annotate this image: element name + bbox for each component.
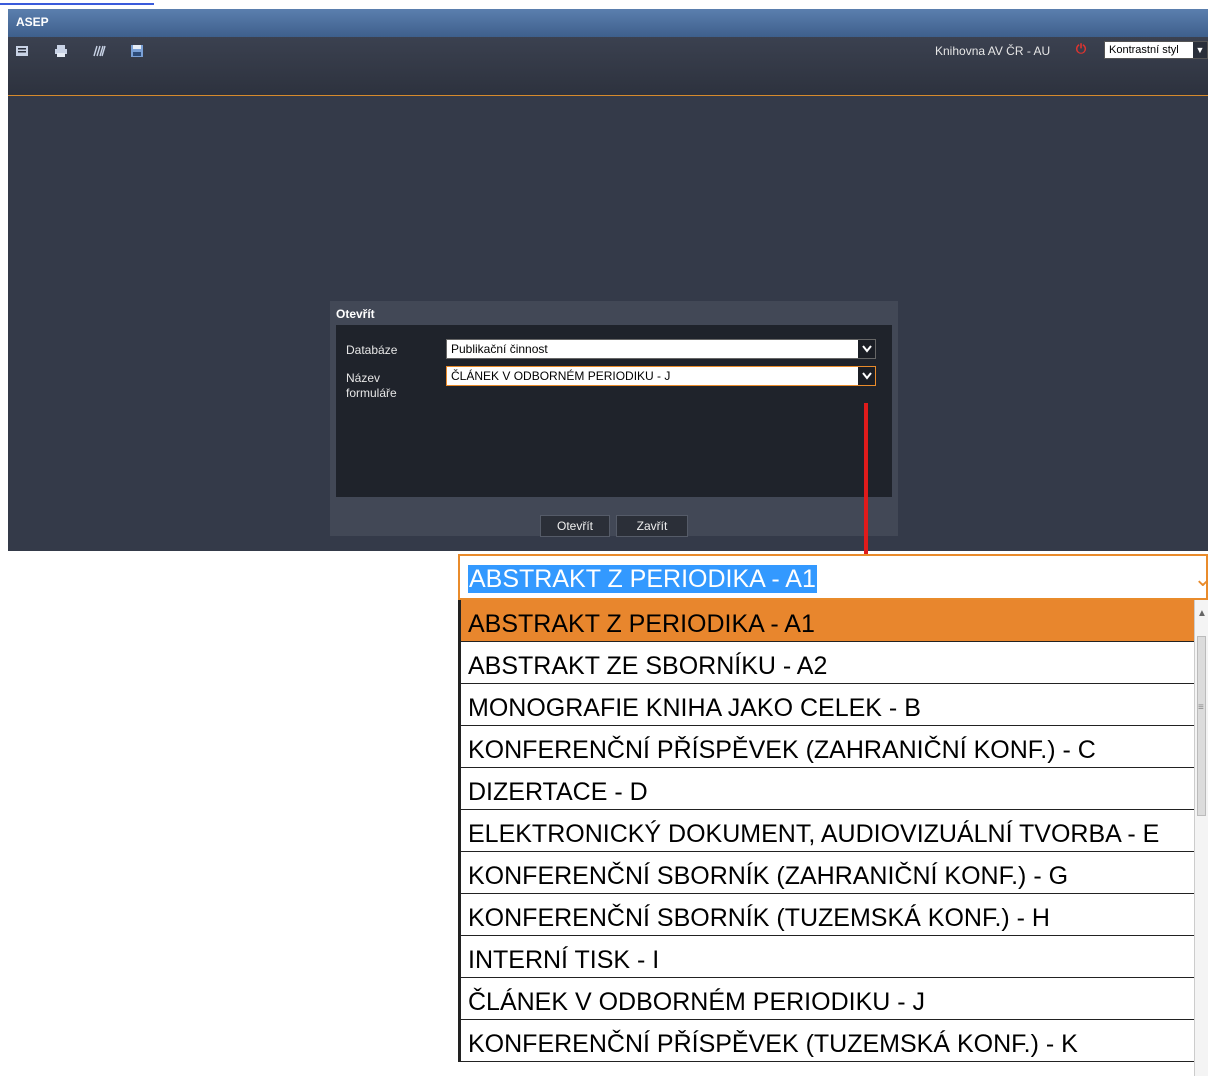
dropdown-option[interactable]: ABSTRAKT ZE SBORNÍKU - A2 [460,642,1196,684]
form-dropdown-zoom: ABSTRAKT Z PERIODIKA - A1 ⌄ ABSTRAKT Z P… [458,554,1208,1076]
dialog-body: Databáze Publikační činnost Název formul… [336,325,892,497]
dropdown-selected-text: ABSTRAKT Z PERIODIKA - A1 [468,565,817,593]
print-icon[interactable] [53,43,69,59]
scrollbar-thumb[interactable] [1197,636,1206,816]
power-icon[interactable]: ⏻ [1074,41,1088,56]
dropdown-option[interactable]: ABSTRAKT Z PERIODIKA - A1 [460,600,1196,642]
save-icon[interactable] [129,43,145,59]
barcode-icon[interactable] [91,43,107,59]
dropdown-option[interactable]: KONFERENČNÍ PŘÍSPĚVEK (TUZEMSKÁ KONF.) -… [460,1020,1196,1062]
chevron-down-icon[interactable] [858,367,875,385]
database-select[interactable]: Publikační činnost [446,339,876,359]
database-label: Databáze [346,343,398,357]
dropdown-list: ABSTRAKT Z PERIODIKA - A1 ABSTRAKT ZE SBO… [458,600,1196,1062]
app-title: ASEP [16,15,49,29]
list-icon[interactable] [14,43,30,59]
chevron-down-icon[interactable] [858,340,875,358]
grip-icon: ≡ [1198,702,1204,713]
form-name-value: ČLÁNEK V ODBORNÉM PERIODIKU - J [451,369,671,383]
dropdown-option[interactable]: DIZERTACE - D [460,768,1196,810]
scroll-up-icon[interactable]: ▲ [1197,608,1207,619]
dialog-title: Otevřít [336,307,375,321]
library-label: Knihovna AV ČR - AU [935,44,1051,58]
open-button[interactable]: Otevřít [540,515,610,537]
dropdown-input[interactable]: ABSTRAKT Z PERIODIKA - A1 ⌄ [458,554,1208,600]
dropdown-option[interactable]: INTERNÍ TISK - I [460,936,1196,978]
app-window: ASEP Knihovna AV ČR - AU ⏻ Kontrastní st… [8,9,1208,551]
chevron-down-icon[interactable]: ⌄ [1194,566,1208,592]
database-value: Publikační činnost [451,342,548,356]
style-select-value: Kontrastní styl [1109,44,1179,56]
open-dialog: Otevřít Databáze Publikační činnost Náze… [330,301,898,537]
scrollbar[interactable]: ▲ ≡ [1194,600,1208,1076]
top-link-underline[interactable] [0,0,154,5]
close-button[interactable]: Zavřít [616,515,688,537]
dropdown-option[interactable]: KONFERENČNÍ SBORNÍK (TUZEMSKÁ KONF.) - H [460,894,1196,936]
dropdown-option[interactable]: KONFERENČNÍ SBORNÍK (ZAHRANIČNÍ KONF.) -… [460,852,1196,894]
dropdown-option[interactable]: KONFERENČNÍ PŘÍSPĚVEK (ZAHRANIČNÍ KONF.)… [460,726,1196,768]
dropdown-option[interactable]: ELEKTRONICKÝ DOKUMENT, AUDIOVIZUÁLNÍ TVO… [460,810,1196,852]
title-bar: ASEP [8,9,1208,37]
dropdown-option[interactable]: ČLÁNEK V ODBORNÉM PERIODIKU - J [460,978,1196,1020]
chevron-down-icon[interactable]: ▼ [1193,42,1207,58]
dropdown-option[interactable]: MONOGRAFIE KNIHA JAKO CELEK - B [460,684,1196,726]
form-name-select[interactable]: ČLÁNEK V ODBORNÉM PERIODIKU - J [446,366,876,386]
form-name-label-line1: Název [346,371,381,385]
style-select[interactable]: Kontrastní styl ▼ [1104,41,1208,59]
toolbar: Knihovna AV ČR - AU ⏻ Kontrastní styl ▼ [8,37,1208,96]
form-name-label-line2: formuláře [346,386,397,400]
